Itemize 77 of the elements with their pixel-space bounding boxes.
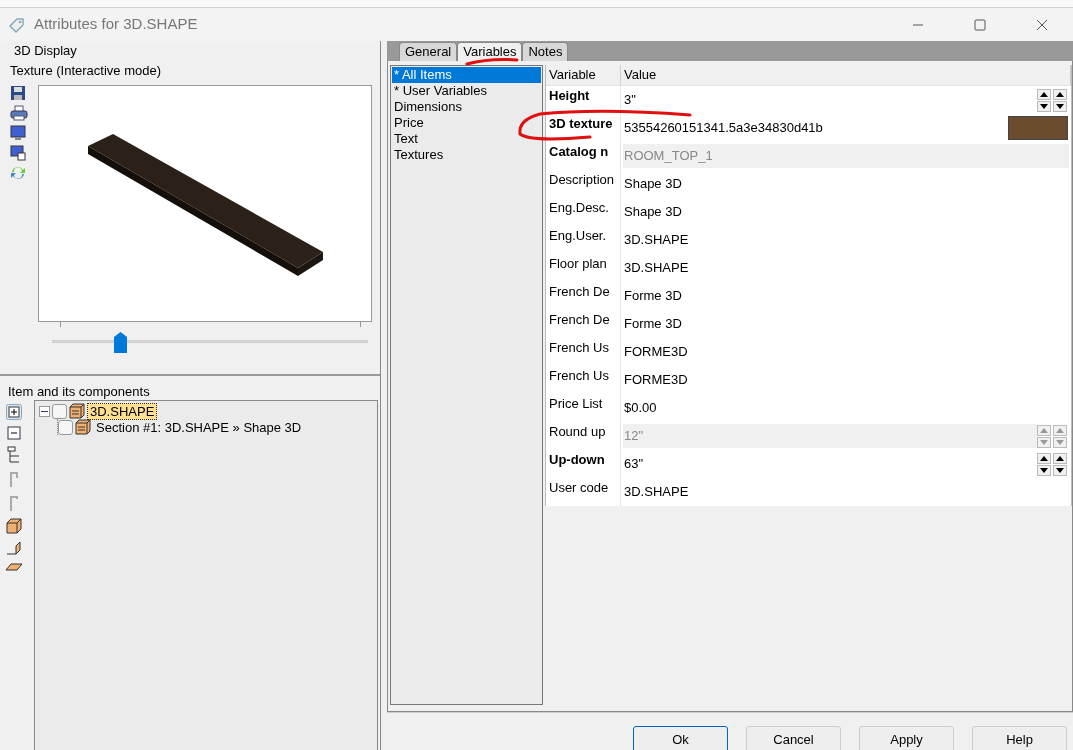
value-field[interactable]: FORME3D bbox=[623, 340, 1069, 364]
value-field[interactable]: 3D.SHAPE bbox=[623, 480, 1069, 504]
category-item[interactable]: * All Items bbox=[392, 67, 541, 83]
value-field[interactable]: FORME3D bbox=[623, 368, 1069, 392]
tag-icon bbox=[8, 15, 26, 34]
value-field[interactable]: 3D.SHAPE bbox=[623, 256, 1069, 280]
tree-icon[interactable] bbox=[7, 446, 21, 464]
dialog-button[interactable]: Help bbox=[972, 726, 1067, 750]
variable-name: Description bbox=[546, 170, 621, 198]
column-header: Value bbox=[621, 65, 1071, 85]
column-header: Variable bbox=[546, 65, 621, 85]
variable-name: Up-down bbox=[546, 450, 621, 478]
spin-up-button[interactable] bbox=[1037, 452, 1051, 464]
variable-name: French De bbox=[546, 282, 621, 310]
cube-icon[interactable] bbox=[6, 518, 22, 534]
variable-name: Price List bbox=[546, 394, 621, 422]
category-item[interactable]: * User Variables bbox=[392, 83, 541, 99]
spin-down-button[interactable] bbox=[1053, 464, 1067, 476]
variable-name: French Us bbox=[546, 366, 621, 394]
save-icon[interactable] bbox=[10, 85, 26, 101]
spin-down-button[interactable] bbox=[1037, 464, 1051, 476]
plank-icon[interactable] bbox=[5, 562, 23, 572]
variable-name: Floor plan bbox=[546, 254, 621, 282]
value-field[interactable]: Shape 3D bbox=[623, 200, 1069, 224]
clip-icon[interactable] bbox=[8, 470, 20, 488]
clip-icon[interactable] bbox=[8, 494, 20, 512]
collapse-all-icon[interactable] bbox=[7, 426, 21, 440]
tree-item[interactable]: 3D.SHAPE bbox=[87, 402, 158, 420]
window-title: Attributes for 3D.SHAPE bbox=[34, 14, 198, 35]
variable-name: Eng.User. bbox=[546, 226, 621, 254]
spin-down-button[interactable] bbox=[1037, 100, 1051, 112]
tree-checkbox[interactable] bbox=[58, 419, 73, 435]
category-item[interactable]: Textures bbox=[392, 147, 541, 163]
value-field: ROOM_TOP_1 bbox=[623, 144, 1069, 168]
value-field[interactable]: Shape 3D bbox=[623, 172, 1069, 196]
expand-all-icon[interactable] bbox=[6, 404, 22, 420]
variable-name: French Us bbox=[546, 338, 621, 366]
spin-up-button[interactable] bbox=[1037, 88, 1051, 100]
close-icon bbox=[1036, 18, 1048, 31]
category-item[interactable]: Text bbox=[392, 131, 541, 147]
category-item[interactable]: Dimensions bbox=[392, 99, 541, 115]
cabinet-icon bbox=[69, 403, 85, 419]
value-field[interactable]: Forme 3D bbox=[623, 312, 1069, 336]
variable-name: Eng.Desc. bbox=[546, 198, 621, 226]
corner-icon[interactable] bbox=[6, 540, 22, 556]
color-swatch[interactable] bbox=[1008, 116, 1068, 140]
value-field[interactable]: Forme 3D bbox=[623, 284, 1069, 308]
dialog-button[interactable]: Cancel bbox=[746, 726, 841, 750]
monitor-icon[interactable] bbox=[10, 125, 26, 141]
tree-checkbox[interactable] bbox=[52, 403, 67, 419]
variable-name: 3D texture bbox=[546, 114, 621, 142]
variable-name: Round up bbox=[546, 422, 621, 450]
spin-down-button[interactable] bbox=[1053, 100, 1067, 112]
variable-name: Catalog n bbox=[546, 142, 621, 170]
category-item[interactable]: Price bbox=[392, 115, 541, 131]
cabinet-icon bbox=[75, 419, 91, 435]
dialog-button[interactable]: Apply bbox=[859, 726, 954, 750]
tree-item[interactable]: Section #1: 3D.SHAPE » Shape 3D bbox=[93, 418, 305, 436]
group-label: 3D Display bbox=[13, 43, 78, 59]
spin-up-button[interactable] bbox=[1053, 88, 1067, 100]
tab[interactable]: Notes bbox=[522, 42, 569, 61]
mode-label: Texture (Interactive mode) bbox=[10, 62, 161, 79]
value-field[interactable]: $0.00 bbox=[623, 396, 1069, 420]
annotation-underline bbox=[465, 58, 519, 66]
value-field[interactable]: 3D.SHAPE bbox=[623, 228, 1069, 252]
model-viewport[interactable] bbox=[38, 85, 372, 322]
maximize-icon bbox=[974, 18, 986, 31]
tab[interactable]: General bbox=[399, 42, 458, 61]
variable-name: User code bbox=[546, 478, 621, 506]
value-field: 12" bbox=[623, 424, 1037, 448]
monitor-copy-icon[interactable] bbox=[10, 145, 26, 161]
variable-name: French De bbox=[546, 310, 621, 338]
print-icon[interactable] bbox=[10, 105, 28, 121]
slider-thumb[interactable] bbox=[113, 332, 127, 353]
spin-up-button[interactable] bbox=[1053, 452, 1067, 464]
section-label: Item and its components bbox=[8, 384, 151, 400]
dialog-button[interactable]: Ok bbox=[633, 726, 728, 750]
